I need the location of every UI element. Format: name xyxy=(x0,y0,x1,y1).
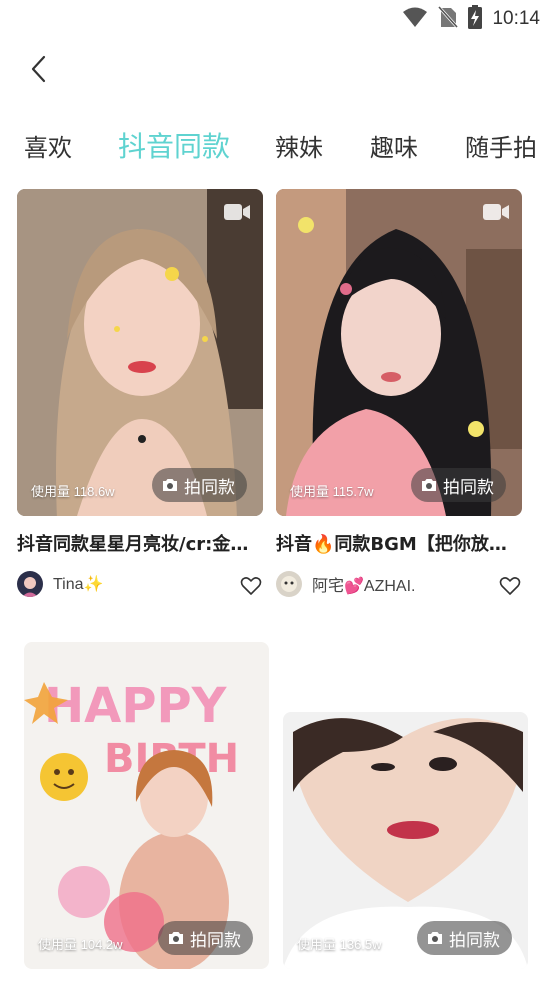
camera-icon xyxy=(422,479,436,491)
like-button[interactable] xyxy=(499,575,521,597)
tab-like[interactable]: 喜欢 xyxy=(24,128,72,163)
shoot-same-button[interactable]: 拍同款 xyxy=(417,921,512,955)
usage-count: 使用量 104.2w xyxy=(38,937,123,952)
avatar xyxy=(17,571,43,597)
chevron-left-icon xyxy=(31,55,46,83)
clock: 10:14 xyxy=(492,8,540,29)
shoot-same-button[interactable]: 拍同款 xyxy=(158,921,253,955)
shoot-same-label: 拍同款 xyxy=(443,477,494,498)
template-card[interactable]: 使用量 136.5w 拍同款 xyxy=(283,712,528,969)
wifi-icon xyxy=(402,6,428,32)
shoot-same-label: 拍同款 xyxy=(190,930,241,951)
tab-casual-shot[interactable]: 随手拍 xyxy=(465,128,537,163)
heart-icon xyxy=(240,577,262,595)
camera-icon xyxy=(428,932,442,944)
svg-text:HAPPY: HAPPY xyxy=(44,678,228,734)
thumbnail-image xyxy=(276,189,522,516)
card-title[interactable]: 抖音同款星星月亮妆/cr:金… xyxy=(17,530,263,556)
avatar xyxy=(276,571,302,597)
camera-icon xyxy=(163,479,177,491)
author-row[interactable]: 阿宅💕AZHAI. xyxy=(276,571,416,597)
usage-count: 使用量 115.7w xyxy=(290,484,374,499)
camera-icon xyxy=(169,932,183,944)
shoot-same-label: 拍同款 xyxy=(184,477,235,498)
shoot-same-label: 拍同款 xyxy=(449,930,500,951)
usage-count: 使用量 136.5w xyxy=(297,937,382,952)
tab-fun[interactable]: 趣味 xyxy=(370,128,418,163)
battery-charging-icon xyxy=(468,5,483,33)
tab-hot-girl[interactable]: 辣妹 xyxy=(275,128,323,163)
author-name: 阿宅💕AZHAI. xyxy=(312,578,416,595)
category-tabs: 喜欢 抖音同款 辣妹 趣味 随手拍 xyxy=(0,120,552,172)
tab-douyin-same[interactable]: 抖音同款 xyxy=(118,125,230,165)
author-row[interactable]: Tina✨ xyxy=(17,571,103,597)
video-camera-icon xyxy=(482,201,510,227)
status-bar: 10:14 xyxy=(0,0,552,38)
template-card[interactable]: 使用量 115.7w 拍同款 xyxy=(276,189,522,516)
back-button[interactable] xyxy=(22,52,56,86)
author-name: Tina✨ xyxy=(53,576,104,593)
thumbnail-image: HAPPY BIRTH xyxy=(24,642,269,969)
heart-icon xyxy=(499,577,521,595)
shoot-same-button[interactable]: 拍同款 xyxy=(152,468,247,502)
no-sim-icon xyxy=(438,5,459,32)
shoot-same-button[interactable]: 拍同款 xyxy=(411,468,506,502)
like-button[interactable] xyxy=(240,575,262,597)
usage-count: 使用量 118.6w xyxy=(31,484,115,499)
card-title[interactable]: 抖音🔥同款BGM【把你放… xyxy=(276,530,522,556)
template-card[interactable]: 使用量 118.6w 拍同款 xyxy=(17,189,263,516)
video-camera-icon xyxy=(223,201,251,227)
template-card[interactable]: HAPPY BIRTH 使用量 104.2w 拍同款 xyxy=(24,642,269,969)
thumbnail-image xyxy=(17,189,263,516)
